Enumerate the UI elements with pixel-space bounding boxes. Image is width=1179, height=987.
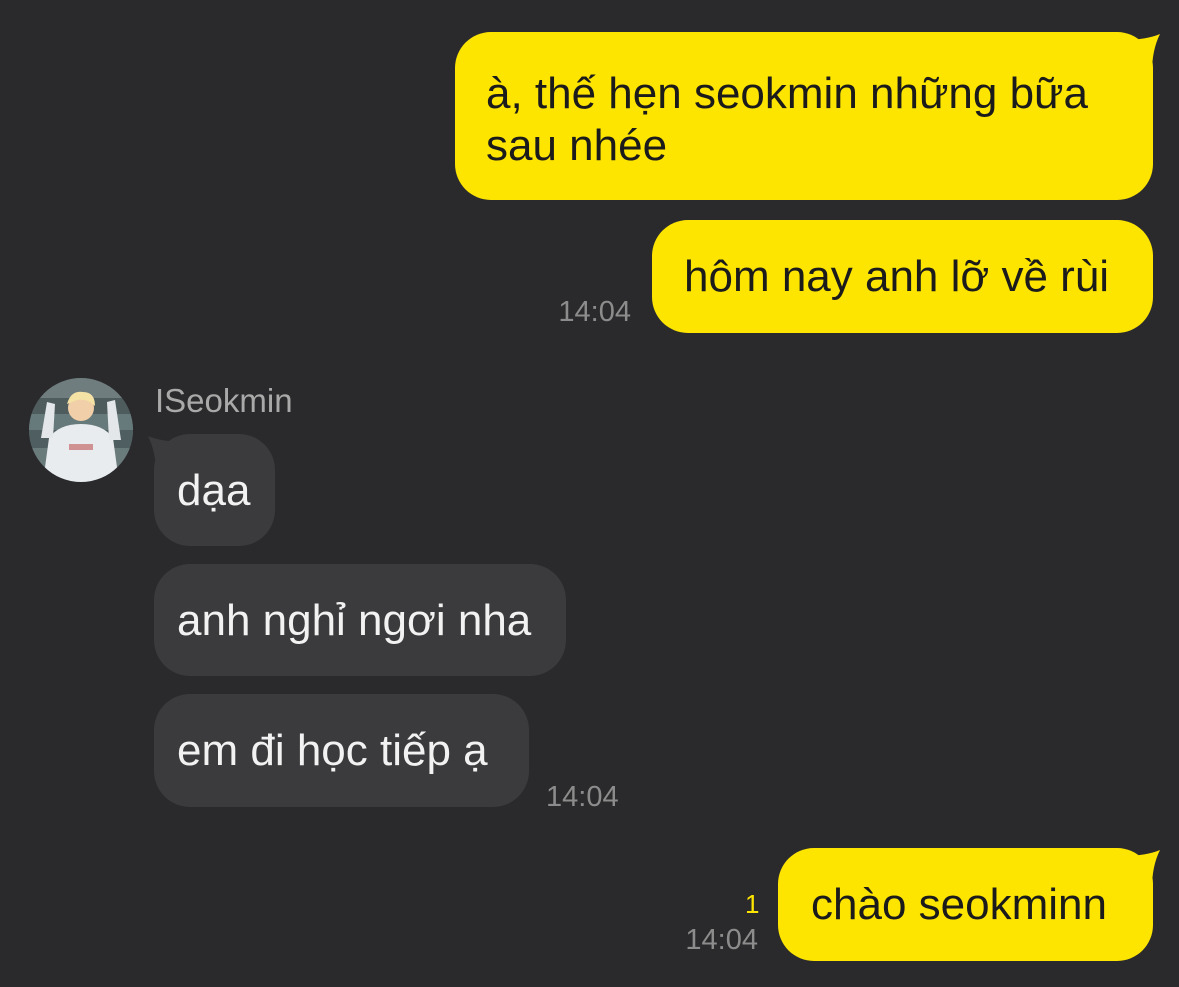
message-text: dạa <box>177 466 251 515</box>
outgoing-message-bubble[interactable]: chào seokminn <box>778 848 1153 961</box>
outgoing-message-bubble[interactable]: hôm nay anh lỡ về rùi <box>652 220 1153 333</box>
message-text-line: à, thế hẹn seokmin những bữa <box>486 69 1088 118</box>
message-timestamp: 14:04 <box>558 296 631 328</box>
contact-avatar[interactable] <box>29 378 133 482</box>
profile-photo-icon <box>29 378 133 482</box>
message-text: em đi học tiếp ạ <box>177 726 488 775</box>
message-text: anh nghỉ ngơi nha <box>177 596 532 645</box>
incoming-message-bubble[interactable]: em đi học tiếp ạ <box>154 694 529 807</box>
message-timestamp: 14:04 <box>685 924 758 956</box>
message-text: hôm nay anh lỡ về rùi <box>684 252 1110 301</box>
message-text-line: sau nhée <box>486 121 668 170</box>
outgoing-message-bubble[interactable]: à, thế hẹn seokmin những bữa sau nhée <box>455 32 1153 200</box>
message-text: chào seokminn <box>811 880 1107 929</box>
message-timestamp: 14:04 <box>546 781 619 813</box>
incoming-message-bubble[interactable]: anh nghỉ ngơi nha <box>154 564 566 676</box>
sender-name: ISeokmin <box>155 382 293 419</box>
unread-count: 1 <box>745 889 760 919</box>
incoming-message-bubble[interactable]: dạa <box>154 434 275 546</box>
